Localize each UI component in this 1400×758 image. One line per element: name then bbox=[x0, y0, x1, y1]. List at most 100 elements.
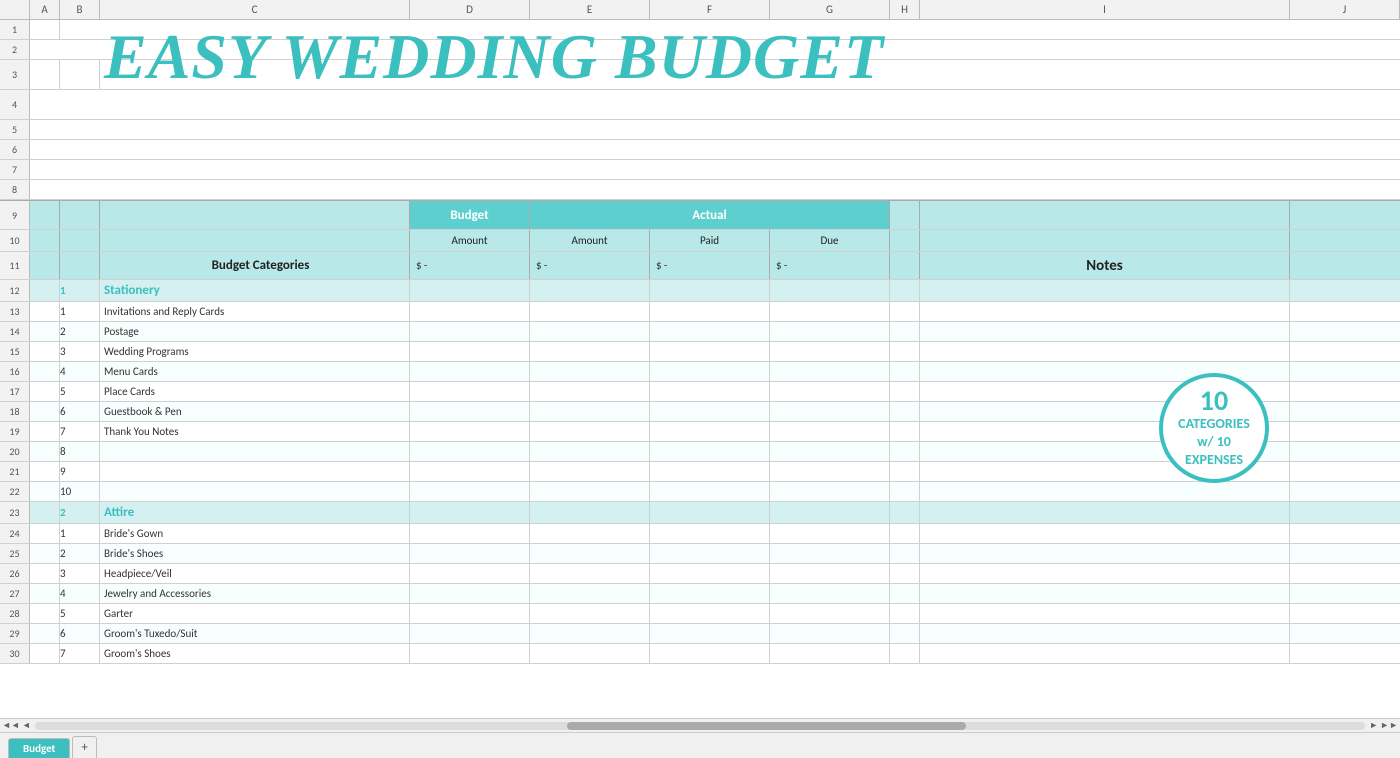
cell-24d[interactable] bbox=[410, 524, 530, 543]
cell-17e[interactable] bbox=[530, 382, 650, 401]
cell-30d[interactable] bbox=[410, 644, 530, 663]
cell-26e[interactable] bbox=[530, 564, 650, 583]
col-header-f[interactable]: F bbox=[650, 0, 770, 19]
cell-20d[interactable] bbox=[410, 442, 530, 461]
cell-22e[interactable] bbox=[530, 482, 650, 501]
cell-16d[interactable] bbox=[410, 362, 530, 381]
cell-14i[interactable] bbox=[920, 322, 1290, 341]
col-header-e[interactable]: E bbox=[530, 0, 650, 19]
cell-25d[interactable] bbox=[410, 544, 530, 563]
cell-21e[interactable] bbox=[530, 462, 650, 481]
cell-27e[interactable] bbox=[530, 584, 650, 603]
row-7: 7 bbox=[0, 160, 1400, 180]
cell-27f[interactable] bbox=[650, 584, 770, 603]
cell-20g[interactable] bbox=[770, 442, 890, 461]
cell-18d[interactable] bbox=[410, 402, 530, 421]
cell-14d[interactable] bbox=[410, 322, 530, 341]
cell-27i[interactable] bbox=[920, 584, 1290, 603]
cell-28f[interactable] bbox=[650, 604, 770, 623]
cell-29f[interactable] bbox=[650, 624, 770, 643]
cell-13f[interactable] bbox=[650, 302, 770, 321]
cell-28e[interactable] bbox=[530, 604, 650, 623]
cell-14e[interactable] bbox=[530, 322, 650, 341]
cell-17d[interactable] bbox=[410, 382, 530, 401]
cell-21f[interactable] bbox=[650, 462, 770, 481]
cell-21g[interactable] bbox=[770, 462, 890, 481]
cell-25g[interactable] bbox=[770, 544, 890, 563]
add-sheet-button[interactable]: + bbox=[72, 736, 96, 758]
cell-15f[interactable] bbox=[650, 342, 770, 361]
col-header-g[interactable]: G bbox=[770, 0, 890, 19]
cell-15d[interactable] bbox=[410, 342, 530, 361]
cell-25e[interactable] bbox=[530, 544, 650, 563]
cell-30i[interactable] bbox=[920, 644, 1290, 663]
cell-20c[interactable] bbox=[100, 442, 410, 461]
cell-29g[interactable] bbox=[770, 624, 890, 643]
cell-24g[interactable] bbox=[770, 524, 890, 543]
col-header-d[interactable]: D bbox=[410, 0, 530, 19]
col-header-a[interactable]: A bbox=[30, 0, 60, 19]
cell-14f[interactable] bbox=[650, 322, 770, 341]
cell-18g[interactable] bbox=[770, 402, 890, 421]
scroll-left-arrows[interactable]: ◄◄ ◄ bbox=[2, 720, 31, 731]
cell-15e[interactable] bbox=[530, 342, 650, 361]
col-header-c[interactable]: C bbox=[100, 0, 410, 19]
cell-28g[interactable] bbox=[770, 604, 890, 623]
cell-22f[interactable] bbox=[650, 482, 770, 501]
horizontal-scrollthumb[interactable] bbox=[567, 722, 966, 730]
cell-17g[interactable] bbox=[770, 382, 890, 401]
cell-26d[interactable] bbox=[410, 564, 530, 583]
cell-16e[interactable] bbox=[530, 362, 650, 381]
cell-15i[interactable] bbox=[920, 342, 1290, 361]
cell-14g[interactable] bbox=[770, 322, 890, 341]
cell-26f[interactable] bbox=[650, 564, 770, 583]
cell-24f[interactable] bbox=[650, 524, 770, 543]
cell-28i[interactable] bbox=[920, 604, 1290, 623]
col-header-j[interactable]: J bbox=[1290, 0, 1400, 19]
cell-16f[interactable] bbox=[650, 362, 770, 381]
col-header-b[interactable]: B bbox=[60, 0, 100, 19]
cell-30e[interactable] bbox=[530, 644, 650, 663]
cell-13g[interactable] bbox=[770, 302, 890, 321]
cell-29d[interactable] bbox=[410, 624, 530, 643]
cell-22g[interactable] bbox=[770, 482, 890, 501]
col-header-i[interactable]: I bbox=[920, 0, 1290, 19]
cell-30f[interactable] bbox=[650, 644, 770, 663]
cell-24e[interactable] bbox=[530, 524, 650, 543]
cell-20f[interactable] bbox=[650, 442, 770, 461]
cell-19f[interactable] bbox=[650, 422, 770, 441]
cell-30g[interactable] bbox=[770, 644, 890, 663]
scroll-right-arrows[interactable]: ► ►► bbox=[1369, 720, 1398, 731]
cell-27g[interactable] bbox=[770, 584, 890, 603]
cell-13e[interactable] bbox=[530, 302, 650, 321]
cell-20e[interactable] bbox=[530, 442, 650, 461]
cell-19e[interactable] bbox=[530, 422, 650, 441]
cell-19d[interactable] bbox=[410, 422, 530, 441]
cell-15g[interactable] bbox=[770, 342, 890, 361]
cell-29i[interactable] bbox=[920, 624, 1290, 643]
col-header-h[interactable]: H bbox=[890, 0, 920, 19]
cell-17f[interactable] bbox=[650, 382, 770, 401]
cell-22i[interactable] bbox=[920, 482, 1290, 501]
cell-19g[interactable] bbox=[770, 422, 890, 441]
cell-26g[interactable] bbox=[770, 564, 890, 583]
cell-9d-budget: Budget bbox=[410, 201, 530, 229]
cell-13d[interactable] bbox=[410, 302, 530, 321]
cell-21d[interactable] bbox=[410, 462, 530, 481]
cell-25i[interactable] bbox=[920, 544, 1290, 563]
cell-24i[interactable] bbox=[920, 524, 1290, 543]
cell-27d[interactable] bbox=[410, 584, 530, 603]
cell-29e[interactable] bbox=[530, 624, 650, 643]
cell-22c[interactable] bbox=[100, 482, 410, 501]
cell-18f[interactable] bbox=[650, 402, 770, 421]
cell-13i[interactable] bbox=[920, 302, 1290, 321]
cell-25f[interactable] bbox=[650, 544, 770, 563]
cell-28d[interactable] bbox=[410, 604, 530, 623]
horizontal-scrolltrack[interactable] bbox=[35, 722, 1365, 730]
cell-18e[interactable] bbox=[530, 402, 650, 421]
cell-22d[interactable] bbox=[410, 482, 530, 501]
cell-16g[interactable] bbox=[770, 362, 890, 381]
budget-tab[interactable]: Budget bbox=[8, 738, 70, 758]
cell-26i[interactable] bbox=[920, 564, 1290, 583]
cell-21c[interactable] bbox=[100, 462, 410, 481]
